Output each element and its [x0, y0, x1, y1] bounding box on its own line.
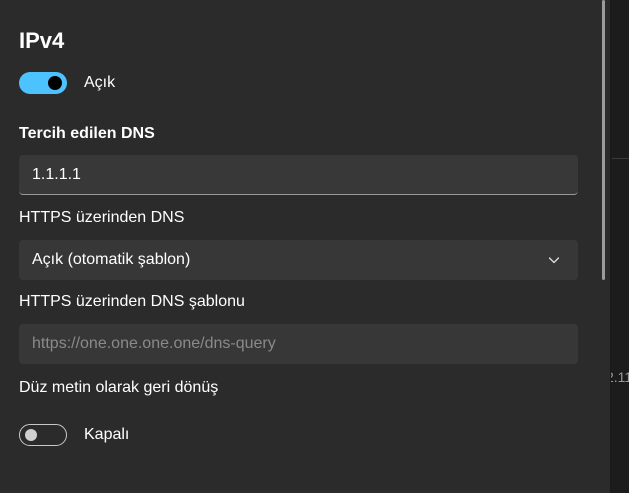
preferred-dns-label: Tercih edilen DNS [19, 125, 155, 142]
plaintext-fallback-toggle[interactable] [19, 424, 67, 446]
dns-over-https-label: HTTPS üzerinden DNS [19, 209, 185, 226]
dns-settings-panel: IPv4 Açık Tercih edilen DNS HTTPS üzerin… [0, 0, 611, 493]
scrollbar-thumb[interactable] [602, 0, 605, 280]
plaintext-fallback-label: Düz metin olarak geri dönüş [19, 379, 219, 396]
chevron-down-icon [548, 257, 560, 264]
dns-template-label: HTTPS üzerinden DNS şablonu [19, 293, 245, 310]
preferred-dns-input[interactable] [19, 155, 578, 195]
toggle-knob [48, 76, 62, 90]
dns-template-input[interactable] [19, 324, 578, 364]
background-divider [612, 158, 629, 159]
dns-over-https-selected: Açık (otomatik şablon) [32, 251, 191, 268]
plaintext-fallback-toggle-label: Kapalı [84, 426, 130, 443]
toggle-knob [25, 429, 37, 441]
section-title-ipv4: IPv4 [19, 28, 65, 53]
ipv4-toggle-label: Açık [84, 74, 116, 91]
dns-over-https-dropdown[interactable]: Açık (otomatik şablon) [19, 240, 578, 280]
ipv4-toggle[interactable] [19, 72, 67, 94]
